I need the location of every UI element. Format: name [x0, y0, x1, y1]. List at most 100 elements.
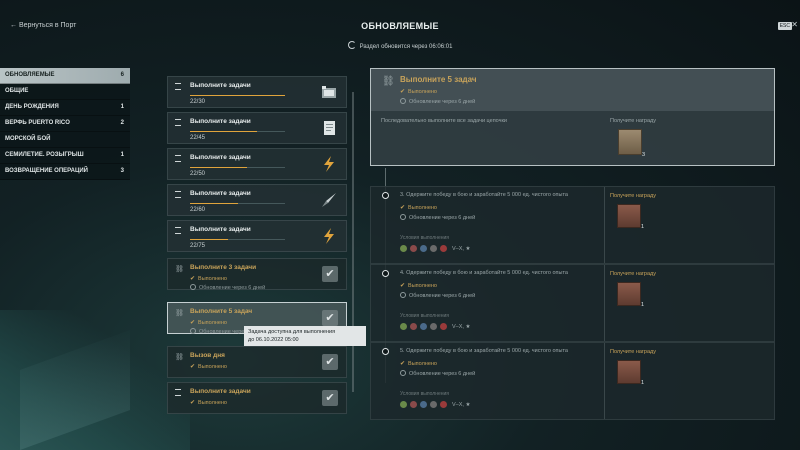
mission-detail-panel: ⛓ Выполните 5 задач ✔ Выполнено Обновлени… [370, 68, 775, 420]
completed-status: ✔ Выполнено [190, 364, 227, 370]
destroyer-icon [400, 245, 407, 253]
battleship-icon [420, 323, 427, 331]
task-status: ✔ Выполнено [400, 205, 437, 211]
mission-card[interactable]: Выполните задачи 22/75 [167, 220, 347, 252]
task-refresh: Обновление через 6 дней [400, 214, 475, 221]
destroyer-icon [400, 401, 407, 409]
reward-count: 1 [641, 302, 645, 308]
sidebar-item-updatable[interactable]: ОБНОВЛЯЕМЫЕ 6 [0, 68, 130, 84]
sidebar-item-label: ВОЗВРАЩЕНИЕ ОПЕРАЦИЙ [5, 168, 88, 174]
reward-crate-icon[interactable] [617, 204, 641, 228]
progress-text: 22/45 [190, 135, 206, 141]
task-refresh: Обновление через 6 дней [400, 292, 475, 299]
mission-card[interactable]: Выполните задачи 22/60 [167, 184, 347, 216]
close-icon[interactable]: ✕ [791, 20, 798, 29]
clock-icon [400, 292, 406, 298]
refresh-icon [347, 41, 356, 49]
task-title: 4. Одержите победу в бою и заработайте 5… [400, 270, 568, 276]
sidebar-item-sea-battle[interactable]: МОРСКОЙ БОЙ [0, 132, 130, 148]
submarine-icon [440, 401, 447, 409]
reward-label: Получите награду [610, 349, 657, 355]
sidebar-item-label: ДЕНЬ РОЖДЕНИЯ [5, 104, 59, 110]
task-refresh: Обновление через 6 дней [400, 370, 475, 377]
chain-task[interactable]: 4. Одержите победу в бою и заработайте 5… [370, 264, 775, 342]
clock-icon [400, 370, 406, 376]
list-scrollbar[interactable] [352, 92, 354, 392]
check-icon: ✔ [400, 283, 406, 289]
check-icon: ✔ [190, 276, 196, 282]
reward-label: Получите награду [610, 271, 657, 277]
clock-icon [190, 328, 196, 334]
mission-card[interactable]: Выполните задачи ✔ Выполнено ✔ [167, 382, 347, 414]
esc-key-hint[interactable]: ESC [777, 22, 792, 30]
progress-bar-fill [190, 239, 228, 240]
cruiser-icon [410, 401, 417, 409]
tier-range: V–X, ★ [452, 245, 471, 252]
cruiser-icon [410, 323, 417, 331]
check-icon: ✔ [190, 400, 196, 406]
sidebar-item-shipyard[interactable]: ВЕРФЬ PUERTO RICO 2 [0, 116, 130, 132]
completed-status: ✔ Выполнено [190, 400, 227, 406]
progress-bar [190, 239, 285, 240]
mission-card[interactable]: ⛓ Вызов дня ✔ Выполнено ✔ [167, 346, 347, 378]
sidebar-item-label: ОБНОВЛЯЕМЫЕ [5, 72, 55, 78]
progress-bar-fill [190, 203, 238, 204]
carrier-icon [430, 323, 437, 331]
submarine-icon [440, 245, 447, 253]
completed-checkbox-icon: ✔ [322, 390, 338, 406]
chain-task[interactable]: 5. Одержите победу в бою и заработайте 5… [370, 342, 775, 420]
sidebar-item-anniversary[interactable]: СЕМИЛЕТИЕ. РОЗЫГРЫШ 1 [0, 148, 130, 164]
reward-crate-icon[interactable] [617, 282, 641, 306]
mission-title: Вызов дня [190, 352, 225, 359]
lightning-icon [324, 156, 334, 172]
flag-icon [175, 155, 181, 162]
detail-description: Последовательно выполните все задачи цеп… [381, 118, 507, 124]
sidebar-item-label: МОРСКОЙ БОЙ [5, 136, 51, 142]
task-title: 3. Одержите победу в бою и заработайте 5… [400, 192, 568, 198]
ship-class-icons: V–X, ★ [400, 244, 471, 253]
completed-checkbox-icon: ✔ [322, 266, 338, 282]
refresh-timer: Раздел обновится через 06:06:01 [0, 41, 800, 50]
mission-title: Выполните 5 задач [190, 308, 253, 315]
reward-label: Получите награду [610, 193, 657, 199]
mission-card[interactable]: ⛓ Выполните 3 задачи ✔ Выполнено Обновлен… [167, 258, 347, 291]
destroyer-icon [400, 323, 407, 331]
mission-card[interactable]: Выполните задачи 22/50 [167, 148, 347, 180]
availability-tooltip: Задача доступна для выполнения до 06.10.… [244, 326, 366, 346]
ship-class-icons: V–X, ★ [400, 322, 470, 331]
progress-bar-fill [190, 167, 247, 168]
refresh-status: Обновление через 6 дней [190, 284, 265, 291]
reward-crate-icon[interactable] [617, 360, 641, 384]
mission-card[interactable]: Выполните задачи 22/30 [167, 76, 347, 108]
progress-bar [190, 95, 285, 96]
category-sidebar: ОБНОВЛЯЕМЫЕ 6 ОБЩИЕ ДЕНЬ РОЖДЕНИЯ 1 ВЕРФЬ … [0, 68, 130, 180]
mission-title: Выполните задачи [190, 154, 251, 161]
chain-link-icon: ⛓ [382, 76, 395, 87]
flag-icon [175, 119, 181, 126]
clock-icon [400, 214, 406, 220]
submarine-icon [440, 323, 447, 331]
chain-task[interactable]: 3. Одержите победу в бою и заработайте 5… [370, 186, 775, 264]
progress-bar-fill [190, 95, 285, 96]
cruiser-icon [410, 245, 417, 253]
reward-crate-icon[interactable] [618, 129, 642, 155]
sidebar-item-birthday[interactable]: ДЕНЬ РОЖДЕНИЯ 1 [0, 100, 130, 116]
top-bar: ← Вернуться в Порт ОБНОВЛЯЕМЫЕ Раздел об… [0, 0, 800, 54]
timeline-node-icon [382, 348, 389, 355]
completed-status: ✔ Выполнено [190, 276, 227, 282]
progress-bar [190, 131, 285, 132]
mission-card[interactable]: Выполните задачи 22/45 [167, 112, 347, 144]
completed-status: ✔ Выполнено [190, 320, 227, 326]
sidebar-item-general[interactable]: ОБЩИЕ [0, 84, 130, 100]
mission-title: Выполните задачи [190, 388, 251, 395]
progress-bar [190, 167, 285, 168]
sidebar-item-operations[interactable]: ВОЗВРАЩЕНИЕ ОПЕРАЦИЙ 3 [0, 164, 130, 180]
task-conditions: Условия выполнения [400, 391, 449, 397]
flag-icon [175, 191, 181, 198]
task-title: 5. Одержите победу в бою и заработайте 5… [400, 348, 568, 354]
progress-bar [190, 203, 285, 204]
task-status: ✔ Выполнено [400, 283, 437, 289]
detail-header-top: ⛓ Выполните 5 задач ✔ Выполнено Обновлени… [371, 69, 774, 111]
lightning-icon [324, 228, 334, 244]
divider [604, 265, 605, 341]
